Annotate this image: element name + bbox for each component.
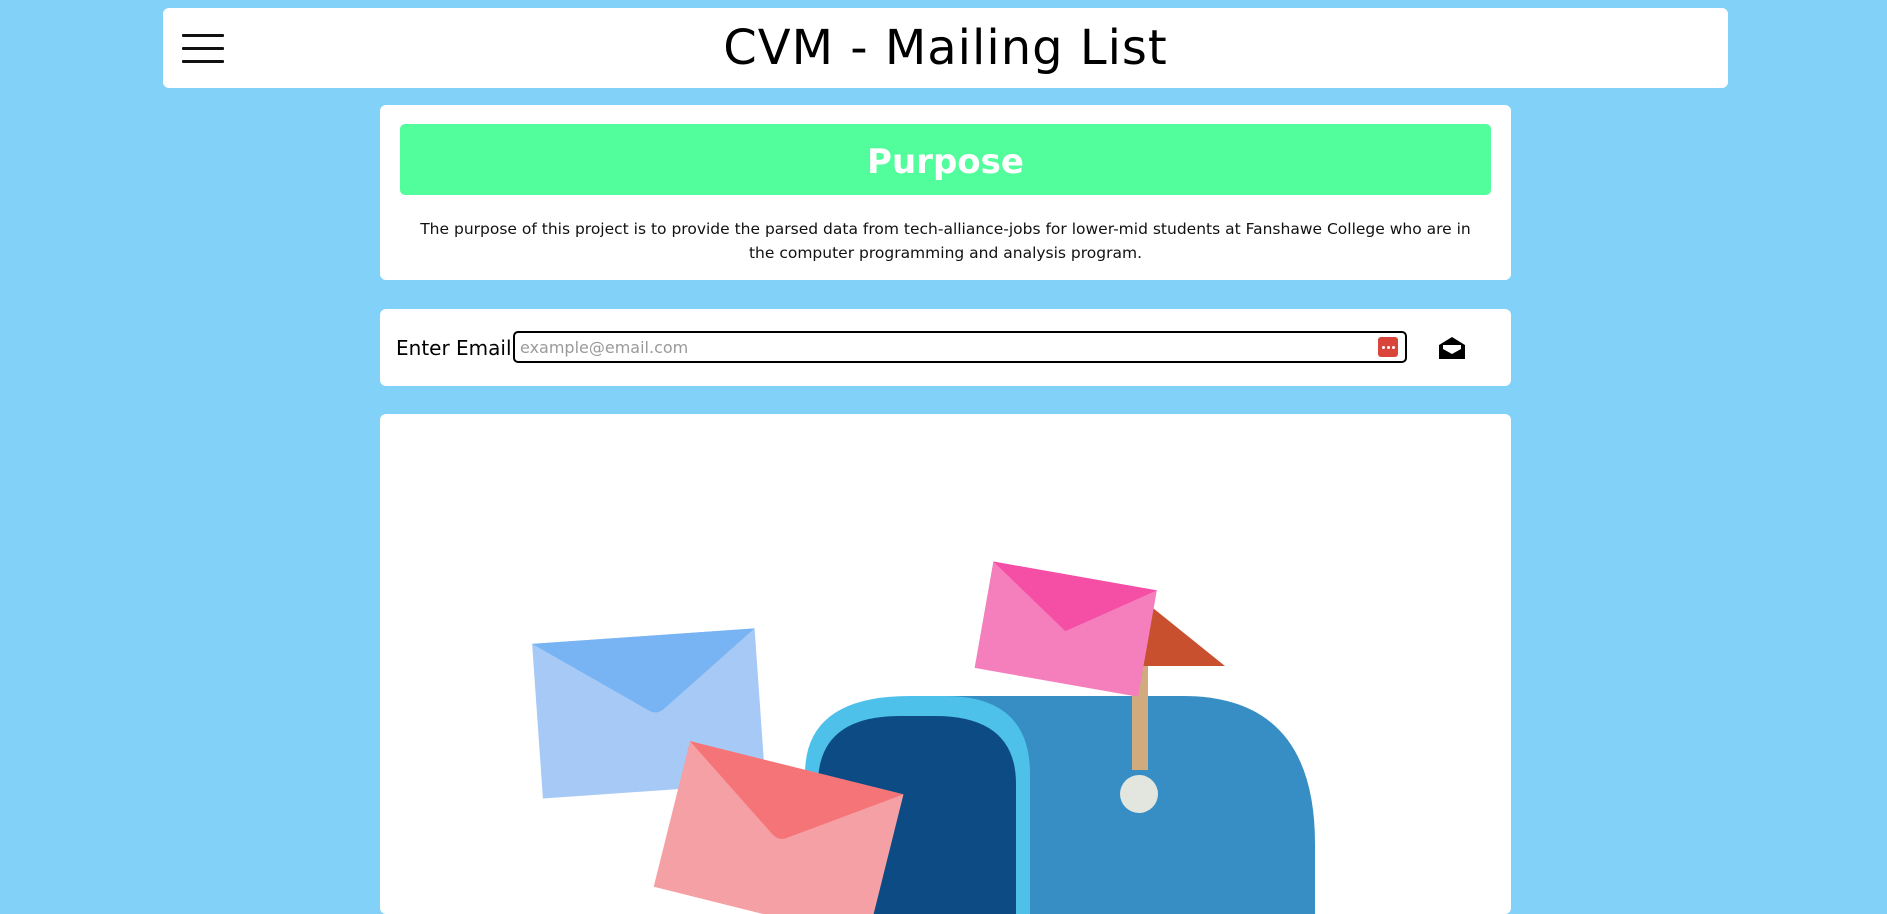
mailbox-illustration: [532, 561, 1315, 914]
email-form-card: Enter Email: [380, 309, 1511, 386]
envelope-open-icon[interactable]: [1437, 335, 1467, 361]
purpose-card: Purpose The purpose of this project is t…: [380, 105, 1511, 280]
purpose-heading: Purpose: [400, 124, 1491, 195]
envelope-pink: [974, 561, 1157, 697]
email-input[interactable]: [513, 331, 1407, 363]
page-title: CVM - Mailing List: [723, 20, 1168, 76]
purpose-text: The purpose of this project is to provid…: [420, 220, 1471, 262]
email-label: Enter Email: [396, 336, 512, 360]
password-manager-icon[interactable]: [1378, 337, 1398, 357]
flag-pivot: [1120, 775, 1158, 813]
illustration-card: [380, 414, 1511, 914]
header-bar: CVM - Mailing List: [163, 8, 1728, 88]
